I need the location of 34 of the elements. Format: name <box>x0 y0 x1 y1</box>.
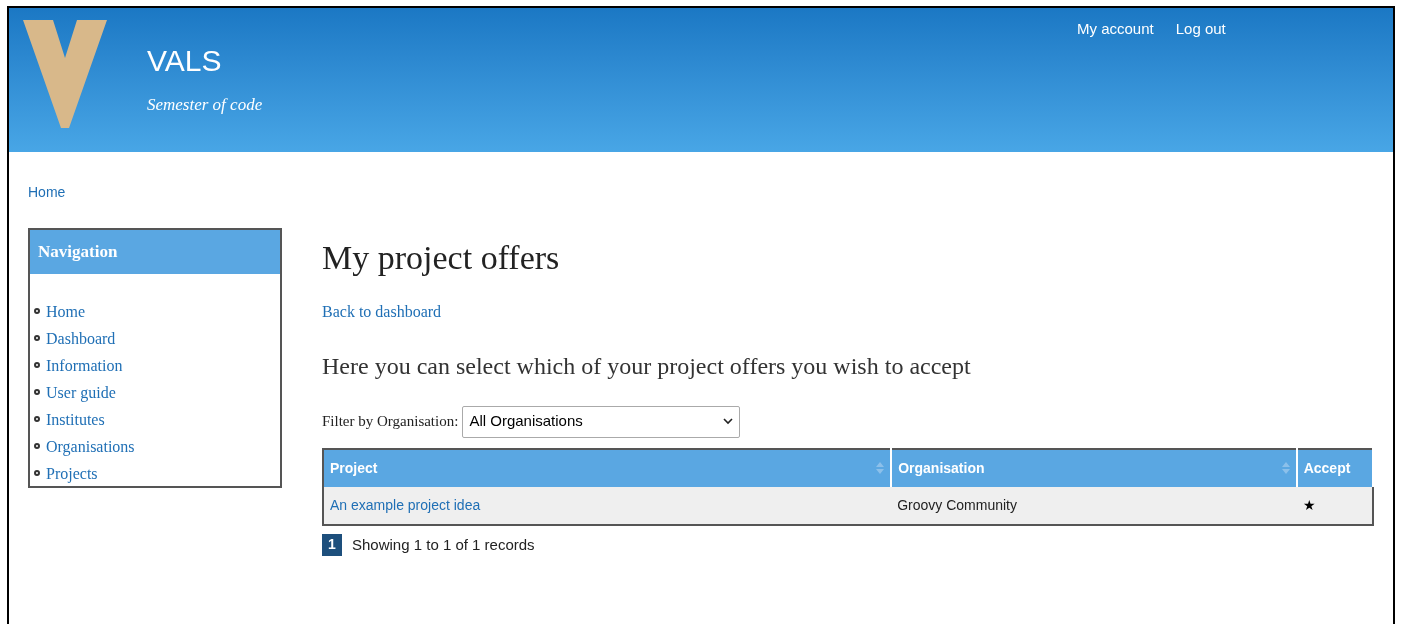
site-name: VALS <box>147 46 223 76</box>
filter-label: Filter by Organisation: <box>322 412 459 432</box>
bullet-icon <box>34 362 40 368</box>
page-title: My project offers <box>322 238 561 278</box>
bullet-icon <box>34 335 40 341</box>
header-link[interactable]: My account <box>1077 18 1154 41</box>
sort-icon <box>876 462 885 474</box>
bullet-icon <box>34 443 40 449</box>
table-cell: Groovy Community <box>897 496 1017 513</box>
navigation-link[interactable]: Home <box>46 297 86 325</box>
project-link[interactable]: An example project idea <box>330 496 481 513</box>
records-info: Showing 1 to 1 of 1 records <box>352 534 535 555</box>
chevron-down-icon <box>723 418 734 425</box>
logo-icon <box>21 18 109 130</box>
breadcrumb-link[interactable]: Home <box>28 184 66 200</box>
page-button[interactable]: 1 <box>322 533 342 556</box>
back-link[interactable]: Back to dashboard <box>322 299 1374 324</box>
navigation-link[interactable]: User guide <box>46 378 116 406</box>
accept-star[interactable]: ★ <box>1302 496 1316 513</box>
bullet-icon <box>34 389 40 395</box>
navigation-title: Navigation <box>30 230 280 274</box>
page-subtitle: Here you can select which of your project offers you wish to accept <box>322 351 972 381</box>
bullet-icon <box>34 470 40 476</box>
navigation-link[interactable]: Information <box>46 351 123 379</box>
navigation-link[interactable]: Organisations <box>46 432 135 460</box>
sort-icon <box>1281 462 1290 474</box>
header-link[interactable]: Log out <box>1175 18 1226 41</box>
site-tagline: Semester of code <box>147 94 263 116</box>
bullet-icon <box>34 308 40 314</box>
navigation-link[interactable]: Dashboard <box>46 324 116 352</box>
organisation-dropdown[interactable]: All Organisations <box>462 405 741 438</box>
navigation-link[interactable]: Institutes <box>46 405 105 433</box>
bullet-icon <box>34 416 40 422</box>
navigation-link[interactable]: Projects <box>46 459 98 487</box>
